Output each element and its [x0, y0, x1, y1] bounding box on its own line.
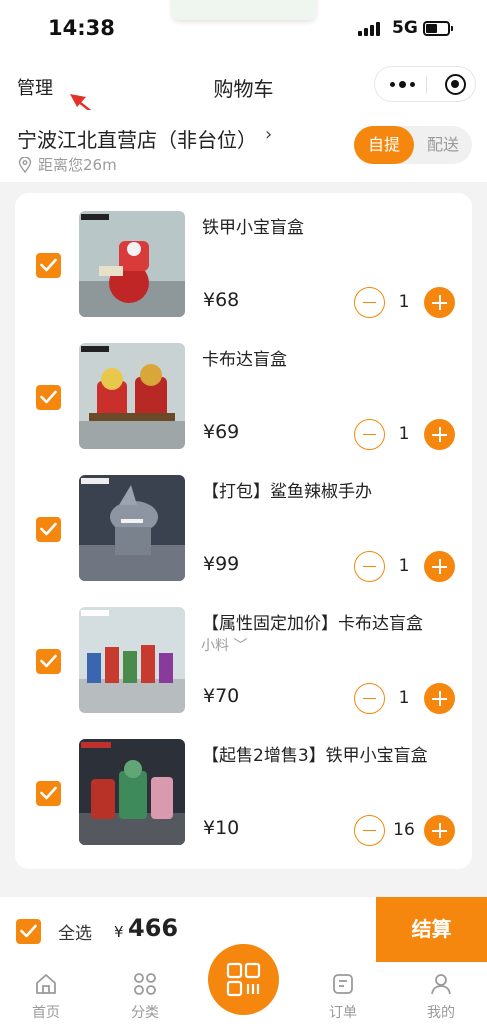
- item-checkbox[interactable]: [36, 385, 61, 410]
- signal-icon: [358, 22, 380, 36]
- miniprogram-capsule: [374, 66, 476, 102]
- tab-category-label: 分类: [131, 1005, 159, 1021]
- tab-orders-label: 订单: [329, 1005, 357, 1021]
- product-image[interactable]: [79, 739, 185, 845]
- item-quantity: 1: [398, 556, 410, 576]
- tab-mine[interactable]: 我的: [411, 962, 471, 1033]
- item-quantity: 1: [398, 688, 410, 708]
- product-image[interactable]: [79, 475, 185, 581]
- chevron-right-icon[interactable]: ›: [265, 124, 272, 145]
- increase-qty-button[interactable]: [424, 683, 455, 714]
- status-bar: 14:38 5G: [0, 0, 487, 60]
- item-spec-dropdown[interactable]: 小料 ﹀: [201, 635, 247, 655]
- total-price: 466: [128, 914, 179, 942]
- item-price: ¥70: [203, 685, 240, 707]
- user-icon: [431, 974, 451, 995]
- item-name: 【起售2增售3】铁甲小宝盲盒: [202, 746, 428, 766]
- store-name[interactable]: 宁波江北直营店（非台位）: [17, 124, 257, 153]
- tab-home[interactable]: 首页: [16, 962, 76, 1033]
- increase-qty-button[interactable]: [424, 551, 455, 582]
- item-checkbox[interactable]: [36, 517, 61, 542]
- item-name: 卡布达盲盒: [202, 350, 287, 370]
- item-quantity: 16: [393, 820, 415, 840]
- checkout-button[interactable]: 结算: [376, 897, 487, 962]
- tab-bar: 首页 分类 订单 我的: [0, 944, 487, 1033]
- store-distance: 距离您26m: [38, 156, 117, 174]
- location-pin-icon: [18, 156, 32, 173]
- close-miniprogram-icon[interactable]: [445, 74, 466, 95]
- home-icon: [36, 974, 56, 994]
- item-quantity: 1: [398, 424, 410, 444]
- cart-list: 铁甲小宝盲盒 ¥68 1 卡布达盲盒 ¥69 1 【打包】鲨鱼辣椒手办 ¥99 …: [15, 193, 472, 869]
- store-bar: 宁波江北直营店（非台位） › 距离您26m 自提 配送: [0, 110, 487, 182]
- network-label: 5G: [392, 18, 418, 38]
- more-icon[interactable]: [390, 81, 415, 88]
- nav-bar: 管理 购物车: [0, 60, 487, 110]
- increase-qty-button[interactable]: [424, 287, 455, 318]
- item-price: ¥68: [203, 289, 240, 311]
- tab-mine-label: 我的: [427, 1005, 455, 1021]
- battery-icon: [423, 21, 453, 36]
- item-checkbox[interactable]: [36, 781, 61, 806]
- increase-qty-button[interactable]: [424, 815, 455, 846]
- product-image[interactable]: [79, 211, 185, 317]
- total-currency: ¥: [114, 923, 124, 941]
- decrease-qty-button[interactable]: [354, 815, 385, 846]
- category-icon: [134, 973, 156, 995]
- decrease-qty-button[interactable]: [354, 287, 385, 318]
- item-price: ¥69: [203, 421, 240, 443]
- select-all-label[interactable]: 全选: [58, 919, 92, 944]
- tab-orders[interactable]: 订单: [313, 962, 373, 1033]
- delivery-mode-toggle: 自提 配送: [354, 126, 472, 164]
- cart-item: 卡布达盲盒 ¥69 1: [15, 325, 472, 457]
- mode-delivery-button[interactable]: 配送: [414, 126, 472, 164]
- mode-pickup-button[interactable]: 自提: [354, 126, 414, 164]
- cart-item: 铁甲小宝盲盒 ¥68 1: [15, 193, 472, 325]
- store-location: 距离您26m: [18, 154, 117, 175]
- cart-item: 【属性固定加价】卡布达盲盒 小料 ﹀ ¥70 1: [15, 589, 472, 721]
- product-image[interactable]: [79, 607, 185, 713]
- decrease-qty-button[interactable]: [354, 419, 385, 450]
- item-quantity: 1: [398, 292, 410, 312]
- item-price: ¥10: [203, 817, 240, 839]
- item-price: ¥99: [203, 553, 240, 575]
- item-name: 【打包】鲨鱼辣椒手办: [202, 482, 372, 502]
- toast-notification: [172, 0, 316, 20]
- item-name: 【属性固定加价】卡布达盲盒: [202, 614, 423, 634]
- increase-qty-button[interactable]: [424, 419, 455, 450]
- decrease-qty-button[interactable]: [354, 683, 385, 714]
- orders-icon: [333, 974, 353, 994]
- status-time: 14:38: [48, 16, 115, 40]
- item-checkbox[interactable]: [36, 253, 61, 278]
- tab-center-menu[interactable]: [208, 944, 279, 1015]
- item-name: 铁甲小宝盲盒: [202, 218, 304, 238]
- cart-item: 【起售2增售3】铁甲小宝盲盒 ¥10 16: [15, 721, 472, 853]
- tab-category[interactable]: 分类: [115, 962, 175, 1033]
- tab-home-label: 首页: [32, 1005, 60, 1021]
- select-all-checkbox[interactable]: [16, 919, 41, 944]
- product-image[interactable]: [79, 343, 185, 449]
- decrease-qty-button[interactable]: [354, 551, 385, 582]
- menu-grid-icon: [226, 962, 261, 997]
- item-checkbox[interactable]: [36, 649, 61, 674]
- cart-item: 【打包】鲨鱼辣椒手办 ¥99 1: [15, 457, 472, 589]
